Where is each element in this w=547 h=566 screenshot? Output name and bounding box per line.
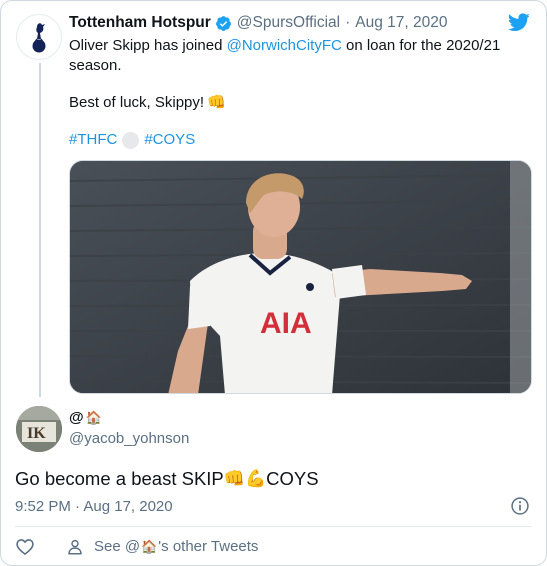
parent-display-name[interactable]: Tottenham Hotspur bbox=[69, 13, 211, 33]
see-suffix: 's other Tweets bbox=[158, 538, 259, 555]
spurs-hashflag-icon bbox=[122, 131, 140, 149]
house-emoji-icon: 🏠 bbox=[141, 539, 158, 554]
flexed-bicep-emoji-icon: 💪 bbox=[244, 469, 267, 488]
reply-timestamp[interactable]: 9:52 PM · Aug 17, 2020 bbox=[15, 497, 173, 517]
parent-tweet-text: Oliver Skipp has joined @NorwichCityFC o… bbox=[69, 36, 529, 76]
reply-text-end: COYS bbox=[266, 468, 319, 489]
mention-link[interactable]: @NorwichCityFC bbox=[227, 37, 342, 54]
person-icon bbox=[68, 539, 82, 555]
reply-handle[interactable]: @yacob_yohnson bbox=[69, 429, 189, 449]
player-photo-illustration: AIA bbox=[70, 161, 531, 393]
avatar-text: IK bbox=[27, 425, 46, 442]
reply-name-text: @ bbox=[69, 409, 84, 426]
house-emoji-icon: 🏠 bbox=[85, 410, 102, 425]
reply-display-name[interactable]: @ 🏠 bbox=[69, 409, 102, 427]
thread-connector-line bbox=[39, 63, 41, 397]
reply-avatar[interactable]: IK bbox=[16, 406, 62, 452]
good-luck-text: Best of luck, Skippy! bbox=[69, 94, 205, 111]
parent-tweet-line2: Best of luck, Skippy! 👊 bbox=[69, 93, 226, 113]
like-heart-icon[interactable] bbox=[15, 537, 35, 557]
tweet-photo[interactable]: AIA bbox=[69, 160, 532, 394]
hashtag-coys[interactable]: #COYS bbox=[144, 130, 195, 150]
footer-divider bbox=[15, 526, 532, 527]
parent-tweet-header: Tottenham Hotspur @SpursOfficial · Aug 1… bbox=[69, 13, 448, 33]
separator-dot: · bbox=[345, 14, 351, 31]
hashtag-line: #THFC #COYS bbox=[69, 130, 195, 150]
embedded-tweet-card: Tottenham Hotspur @SpursOfficial · Aug 1… bbox=[0, 0, 547, 566]
spurs-cockerel-logo bbox=[32, 23, 46, 53]
photo-sponsor-text: AIA bbox=[260, 307, 312, 340]
hashtag-thfc[interactable]: #THFC bbox=[69, 130, 117, 150]
fist-emoji-icon: 👊 bbox=[207, 94, 226, 111]
see-other-tweets-link[interactable]: See @ 🏠 's other Tweets bbox=[66, 537, 258, 557]
tweet-text-prefix: Oliver Skipp has joined bbox=[69, 37, 227, 54]
info-icon[interactable] bbox=[510, 496, 530, 516]
fist-emoji-icon: 👊 bbox=[223, 469, 245, 488]
spurs-avatar[interactable] bbox=[16, 14, 62, 60]
twitter-bird-icon[interactable] bbox=[508, 13, 530, 32]
reply-tweet-text: Go become a beast SKIP 👊 💪 COYS bbox=[15, 467, 319, 491]
verified-badge-icon bbox=[215, 15, 231, 31]
reply-avatar-image: IK bbox=[16, 406, 62, 452]
see-prefix: See @ bbox=[94, 538, 141, 555]
reply-text-main: Go become a beast SKIP bbox=[15, 468, 224, 489]
parent-handle[interactable]: @SpursOfficial bbox=[237, 13, 340, 33]
parent-date[interactable]: Aug 17, 2020 bbox=[355, 13, 447, 33]
